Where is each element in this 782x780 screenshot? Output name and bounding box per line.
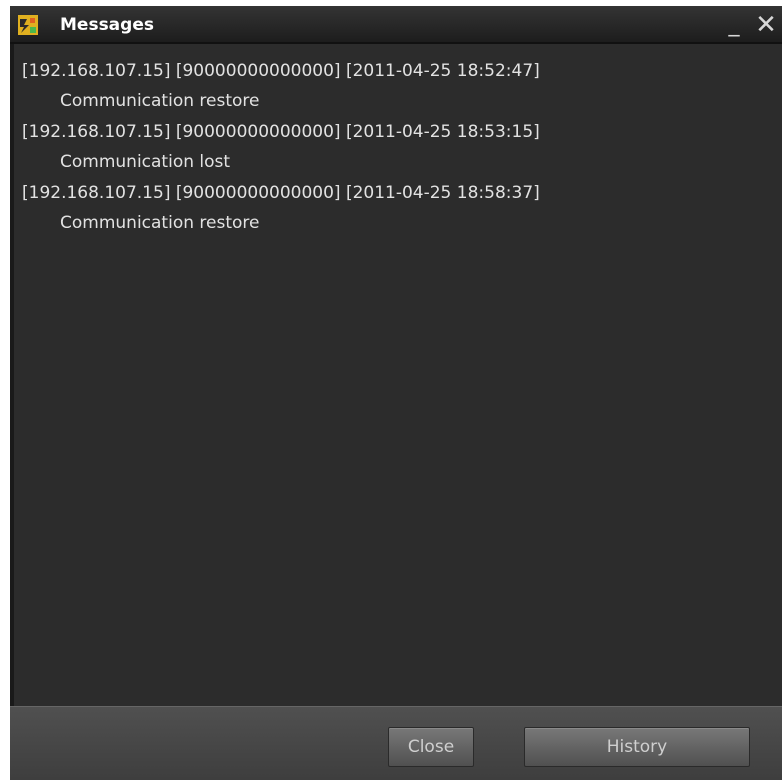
- message-entry: [192.168.107.15] [90000000000000] [2011-…: [22, 178, 782, 239]
- title-bar[interactable]: Messages _ ✕: [10, 6, 782, 44]
- close-button[interactable]: Close: [388, 727, 474, 767]
- message-text: Communication restore: [60, 91, 260, 111]
- messages-window: Messages _ ✕ [192.168.107.15] [900000000…: [10, 6, 782, 780]
- close-icon[interactable]: ✕: [752, 6, 780, 44]
- message-text: Communication lost: [60, 152, 231, 172]
- message-list: [192.168.107.15] [90000000000000] [2011-…: [10, 44, 782, 706]
- message-text: Communication restore: [60, 213, 260, 233]
- message-header: [192.168.107.15] [90000000000000] [2011-…: [22, 122, 540, 142]
- window-title: Messages: [60, 15, 154, 35]
- button-bar: Close History: [10, 706, 782, 780]
- app-icon: [18, 15, 38, 35]
- message-entry: [192.168.107.15] [90000000000000] [2011-…: [22, 117, 782, 178]
- message-entry: [192.168.107.15] [90000000000000] [2011-…: [22, 56, 782, 117]
- history-button[interactable]: History: [524, 727, 750, 767]
- minimize-icon[interactable]: _: [720, 6, 748, 44]
- message-header: [192.168.107.15] [90000000000000] [2011-…: [22, 61, 540, 81]
- message-header: [192.168.107.15] [90000000000000] [2011-…: [22, 183, 540, 203]
